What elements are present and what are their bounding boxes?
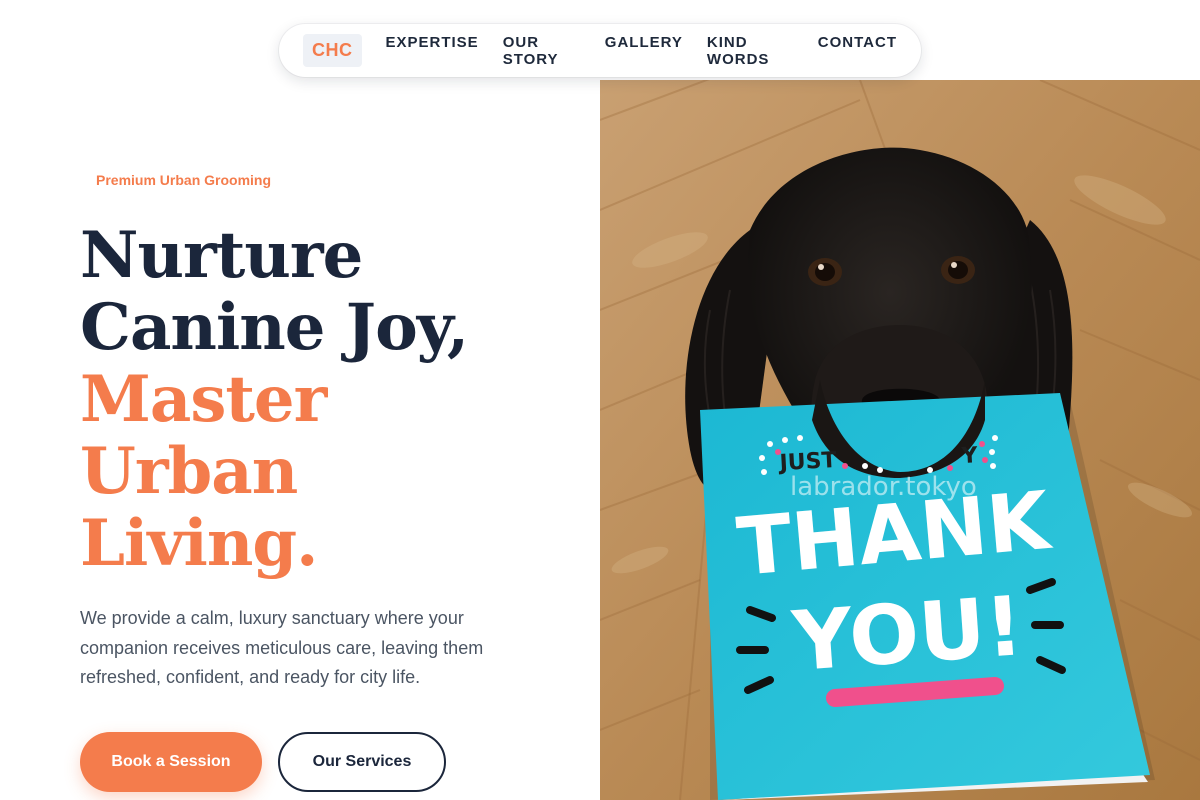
nav-link-expertise[interactable]: EXPERTISE: [386, 34, 479, 68]
hero-photo: JUST Y labrador.tokyo THANK YOU!: [600, 80, 1200, 800]
hero-eyebrow: Premium Urban Grooming: [96, 172, 272, 188]
nav-links: EXPERTISE OUR STORY GALLERY KIND WORDS C…: [386, 34, 898, 68]
headline-line-canine-joy: Canine Joy,: [80, 290, 469, 365]
card-top-text-right: Y: [960, 443, 979, 469]
nav-link-our-story[interactable]: OUR STORY: [503, 34, 581, 68]
headline-line-master: Master: [80, 362, 327, 437]
headline-line-living: Living.: [80, 506, 318, 581]
dog-with-thank-you-card-image: JUST Y labrador.tokyo THANK YOU!: [600, 80, 1200, 800]
main-nav: CHC EXPERTISE OUR STORY GALLERY KIND WOR…: [279, 24, 921, 77]
our-services-button[interactable]: Our Services: [278, 732, 446, 792]
nav-link-kind-words[interactable]: KIND WORDS: [707, 34, 794, 68]
book-session-button[interactable]: Book a Session: [80, 732, 262, 792]
site-logo[interactable]: CHC: [303, 34, 362, 67]
landing-page: JUST Y labrador.tokyo THANK YOU! CHC EXP…: [0, 0, 1200, 800]
headline-line-nurture: Nurture: [80, 218, 363, 293]
card-you-text: YOU!: [789, 579, 1026, 690]
hero-description: We provide a calm, luxury sanctuary wher…: [80, 608, 484, 687]
headline-line-urban: Urban: [80, 434, 298, 509]
hero-headline: Nurture Canine Joy, Master Urban Living.: [80, 220, 580, 580]
nav-link-contact[interactable]: CONTACT: [818, 34, 897, 68]
nav-link-gallery[interactable]: GALLERY: [605, 34, 683, 68]
